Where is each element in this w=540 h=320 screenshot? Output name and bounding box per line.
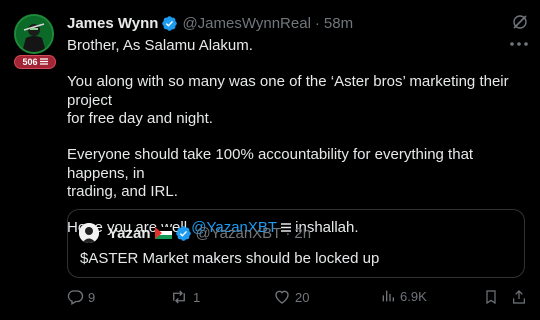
repost-icon [173,290,185,304]
bookmark-button[interactable] [483,288,499,306]
share-button[interactable] [511,288,527,306]
quote-header: Yazan @YazanXBT · 2h [108,223,311,243]
reply-button[interactable]: 9 [66,288,95,306]
views-button[interactable]: 6.9K [380,288,427,304]
aster-badge[interactable]: 506 [14,55,56,69]
tweet-line: You along with so many was one of the ‘A… [67,73,509,109]
quote-time[interactable]: 2h [294,225,311,242]
tweet-line: Everyone should take 100% accountability… [67,146,474,182]
like-button[interactable]: 20 [273,288,309,306]
quote-author-name[interactable]: Yazan [108,225,151,242]
author-name[interactable]: James Wynn [67,15,158,32]
badge-count: 506 [22,57,38,67]
tweet-text: Brother, As Salamu Alakum. You along wit… [67,37,529,238]
aster-logo-icon [39,57,48,67]
quoted-tweet[interactable]: Yazan @YazanXBT · 2h $ASTER Market maker… [67,209,525,278]
share-icon [513,290,525,304]
repost-button[interactable]: 1 [169,288,200,306]
quote-author-handle[interactable]: @YazanXBT [196,225,282,242]
repost-count: 1 [193,289,201,305]
views-count: 6.9K [400,288,427,304]
like-count: 20 [295,289,310,305]
author-avatar[interactable] [14,14,54,54]
reply-icon [67,290,84,305]
separator-dot: · [314,14,320,32]
heart-icon [275,290,289,304]
reply-count: 9 [88,289,96,305]
verified-badge-icon[interactable] [175,225,192,242]
tweet[interactable]: 506 James Wynn @JamesWynnReal · 58m Brot… [0,0,540,320]
action-bar: 9 1 20 6.9K [66,288,528,308]
views-chart-icon [382,290,394,302]
quote-author-avatar[interactable] [79,223,99,243]
separator-dot: · [285,224,291,242]
author-handle[interactable]: @JamesWynnReal [182,15,310,32]
tweet-line: Brother, As Salamu Alakum. [67,37,253,54]
grok-icon[interactable] [512,14,528,35]
quote-text: $ASTER Market makers should be locked up [80,250,380,267]
verified-badge-icon[interactable] [161,15,178,32]
palestine-flag-icon [154,227,172,239]
tweet-line: trading, and IRL. [67,183,178,200]
tweet-header: James Wynn @JamesWynnReal · 58m [67,13,353,33]
bookmark-icon [486,290,496,305]
tweet-time[interactable]: 58m [324,15,353,32]
tweet-line: for free day and night. [67,110,213,127]
